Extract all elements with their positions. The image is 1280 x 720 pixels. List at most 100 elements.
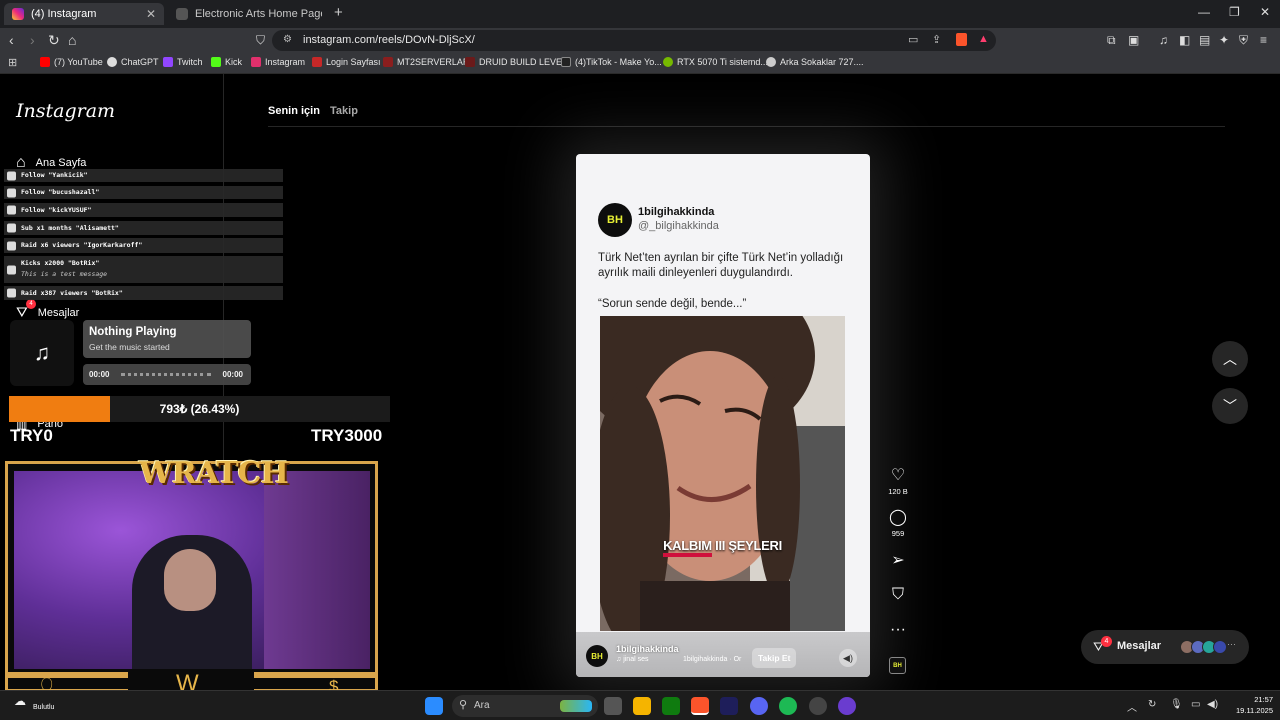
instagram-logo[interactable]: Instagram: [16, 100, 115, 122]
previous-reel-button[interactable]: ︿: [1212, 341, 1248, 377]
close-window-icon[interactable]: ✕: [1260, 5, 1270, 19]
tweet-author-handle: @_bilgihakkinda: [638, 220, 719, 232]
next-app-icon[interactable]: [720, 697, 738, 715]
mt2-icon: [383, 57, 393, 67]
follow-icon: [7, 188, 16, 197]
address-bar[interactable]: ⚙ instagram.com/reels/DOvN-DljScX/ ▭ ⇪ ▲: [272, 30, 996, 51]
comment-button[interactable]: ◯ 959: [882, 509, 914, 538]
close-tab-icon[interactable]: ✕: [146, 7, 156, 21]
bookmarks-bar: ⊞ (7) YouTube ChatGPT Twitch Kick Instag…: [0, 53, 1280, 74]
reel-video[interactable]: KALBIM III ŞEYLERI: [600, 316, 845, 631]
next-reel-button[interactable]: ﹀: [1212, 388, 1248, 424]
bookmark-login[interactable]: Login Sayfası: [312, 57, 381, 67]
new-tab-button[interactable]: +: [334, 4, 343, 21]
tweet-avatar: BH: [598, 203, 632, 237]
messages-pill[interactable]: ⛛ 4 Mesajlar ···: [1081, 630, 1249, 664]
taskbar-clock[interactable]: 21:57 19.11.2025: [1233, 694, 1273, 716]
author-avatar[interactable]: BH: [586, 645, 608, 667]
bookmark-arka-sokaklar[interactable]: Arka Sokaklar 727....: [766, 57, 864, 67]
microphone-icon[interactable]: 🎙︎: [1170, 699, 1183, 710]
spotify-icon[interactable]: [779, 697, 797, 715]
app-icon[interactable]: [838, 697, 856, 715]
audio-thumbnail[interactable]: BH: [889, 657, 906, 674]
back-icon[interactable]: ‹: [9, 32, 14, 48]
browser-tab-bar: (4) Instagram ✕ Electronic Arts Home Pag…: [0, 0, 1280, 28]
sidebar-icon[interactable]: ◧: [1179, 33, 1190, 47]
bookmark-label: Twitch: [177, 57, 203, 67]
messages-label: Mesajlar: [1117, 640, 1162, 652]
tray-overflow-icon[interactable]: ︿: [1127, 699, 1137, 714]
follow-button[interactable]: Takip Et: [752, 648, 797, 668]
feed-tabs: Senin için Takip: [268, 105, 365, 117]
reload-icon[interactable]: ↻: [48, 32, 60, 48]
share-icon[interactable]: ⇪: [932, 33, 941, 46]
clock-date: 19.11.2025: [1236, 706, 1273, 715]
bookmark-rtx[interactable]: RTX 5070 Ti sistemd...: [663, 57, 768, 67]
weather-icon[interactable]: ☁: [14, 694, 26, 708]
sync-icon[interactable]: ↻: [1148, 699, 1156, 710]
bookmark-youtube[interactable]: (7) YouTube: [40, 57, 103, 67]
author-name[interactable]: 1bilgihakkinda: [616, 644, 679, 654]
discord-icon[interactable]: [750, 697, 768, 715]
tiktok-icon: [561, 57, 571, 67]
webcam-feed: [14, 471, 370, 669]
bookmark-kick[interactable]: Kick: [211, 57, 242, 67]
caption-rest: III ŞEYLERI: [711, 538, 782, 553]
bookmark-druid[interactable]: DRUID BUILD LEVEL: [465, 57, 567, 67]
messages-icon: ⛛ 4: [16, 299, 36, 321]
tab-electronic-arts[interactable]: Electronic Arts Home Page - Official: [168, 3, 330, 25]
instagram-favicon-icon: [12, 8, 24, 20]
more-options-button[interactable]: ···: [882, 621, 914, 639]
extensions-icon[interactable]: ⧉: [1107, 33, 1116, 48]
sidebar-item-label: Mesajlar: [37, 306, 80, 319]
sidebar-item-messages[interactable]: ⛛ 4 Mesajlar: [16, 299, 80, 321]
leo-ai-icon[interactable]: ✦: [1219, 33, 1229, 47]
tab-instagram[interactable]: (4) Instagram ✕: [4, 3, 164, 25]
bookmark-twitch[interactable]: Twitch: [163, 57, 203, 67]
share-button[interactable]: ➢: [882, 552, 914, 570]
tweet-text: Türk Net’ten ayrılan bir çifte Türk Net’…: [598, 252, 844, 279]
menu-icon[interactable]: ≡: [1260, 33, 1267, 47]
bookmark-tiktok[interactable]: (4)TikTok - Make Yo...: [561, 57, 662, 67]
brave-shields-icon[interactable]: [956, 33, 967, 46]
media-icon[interactable]: ♫: [1159, 33, 1168, 47]
tab-for-you[interactable]: Senin için: [268, 105, 320, 117]
obs-icon[interactable]: [809, 697, 827, 715]
volume-icon[interactable]: ◀): [1207, 699, 1218, 710]
like-count: 120 B: [888, 487, 908, 496]
audio-label[interactable]: ♫ jinal ses: [616, 656, 648, 663]
home-icon[interactable]: ⌂: [68, 32, 76, 48]
task-view-icon[interactable]: [604, 697, 622, 715]
restore-icon[interactable]: ❐: [1229, 5, 1240, 19]
more-icon: ···: [890, 621, 906, 638]
taskbar-search[interactable]: ⚲ Ara: [452, 695, 598, 717]
forward-icon[interactable]: ›: [30, 32, 35, 48]
wallet-icon[interactable]: ▤: [1199, 33, 1210, 47]
alert-row: Raid x387 viewers "BotRix": [4, 286, 283, 300]
twitch-icon: [163, 57, 173, 67]
minimize-icon[interactable]: —: [1198, 5, 1210, 19]
cast-icon[interactable]: ▭: [908, 33, 918, 46]
vpn-icon[interactable]: ⛨: [1239, 33, 1248, 48]
reading-list-icon[interactable]: ▣: [1128, 33, 1139, 47]
apps-grid-icon[interactable]: ⊞: [8, 56, 17, 69]
brave-browser-icon[interactable]: [691, 697, 709, 715]
network-icon[interactable]: ▭: [1191, 699, 1200, 710]
tab-following[interactable]: Takip: [330, 105, 358, 117]
store-icon[interactable]: [662, 697, 680, 715]
like-button[interactable]: ♡ 120 B: [882, 467, 914, 496]
brave-rewards-icon[interactable]: ▲: [978, 33, 989, 45]
reel-card[interactable]: BH 1bilgihakkinda @_bilgihakkinda Türk N…: [576, 154, 870, 677]
start-icon[interactable]: [425, 697, 443, 715]
bookmark-mt2[interactable]: MT2SERVERLAR: [383, 57, 469, 67]
tab-title: (4) Instagram: [31, 8, 97, 20]
mute-icon[interactable]: ◀): [839, 649, 857, 667]
comment-count: 959: [891, 529, 905, 538]
site-info-icon[interactable]: ⚙: [283, 34, 292, 45]
bookmark-instagram[interactable]: Instagram: [251, 57, 305, 67]
save-button[interactable]: ⛉: [882, 586, 914, 604]
bookmark-chatgpt[interactable]: ChatGPT: [107, 57, 159, 67]
caption-highlight: KALBIM: [663, 538, 712, 557]
file-explorer-icon[interactable]: [633, 697, 651, 715]
bookmark-icon[interactable]: ⛉: [256, 32, 265, 48]
